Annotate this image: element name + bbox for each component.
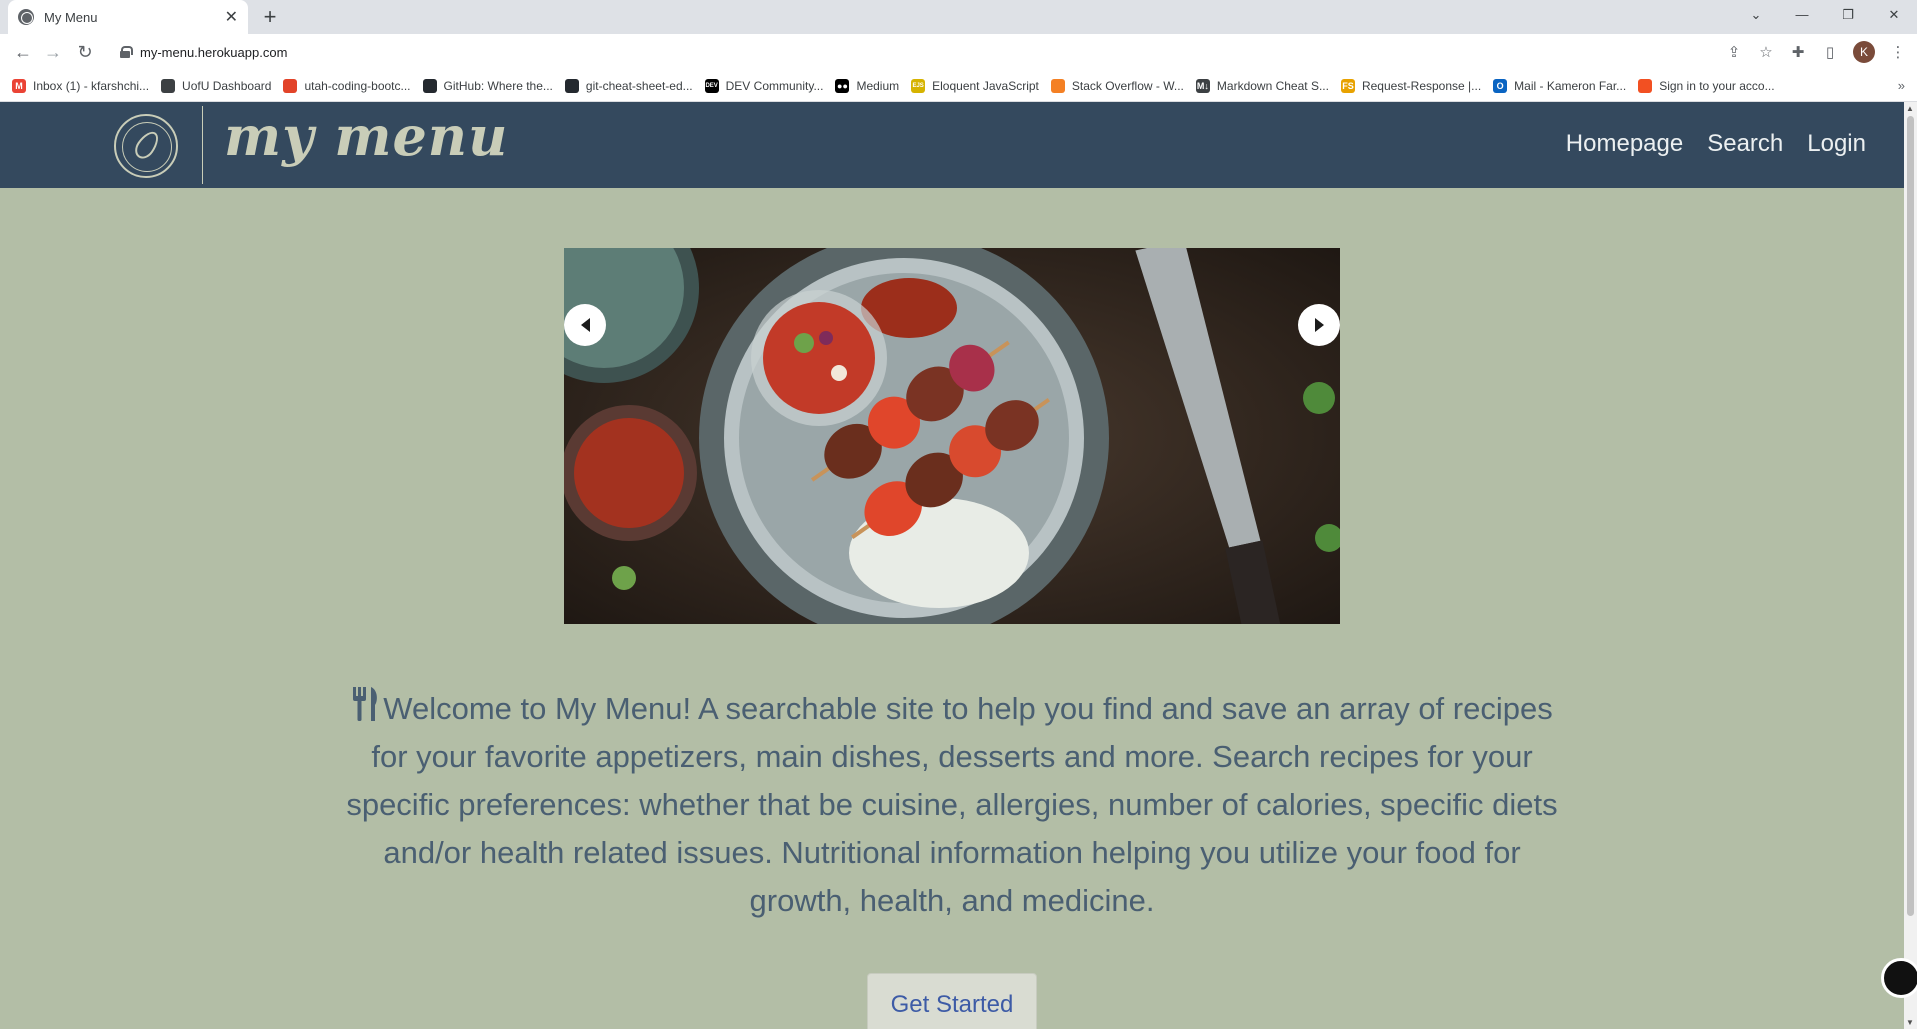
github-icon <box>422 78 437 93</box>
reload-icon[interactable]: ↻ <box>74 42 96 64</box>
bookmark-label: Sign in to your acco... <box>1659 78 1775 93</box>
floating-action-button[interactable] <box>1881 958 1917 998</box>
microsoft-icon <box>1638 78 1653 93</box>
carousel-next-button[interactable] <box>1298 304 1340 346</box>
bookmark-item[interactable]: O Mail - Kameron Far... <box>1493 78 1627 93</box>
bookmark-label: Request-Response |... <box>1361 78 1482 93</box>
bookmark-label: UofU Dashboard <box>182 78 272 93</box>
stackoverflow-icon <box>1050 78 1065 93</box>
bookmark-label: DEV Community... <box>725 78 824 93</box>
new-tab-button[interactable]: + <box>258 5 282 29</box>
globe-icon <box>18 9 34 25</box>
tab-title: My Menu <box>44 9 98 25</box>
window-controls: ⌄ — ❐ ✕ <box>1733 0 1917 30</box>
menu-kebab-icon[interactable]: ⋮ <box>1889 43 1907 61</box>
bookmark-label: GitHub: Where the... <box>443 78 553 93</box>
restore-icon[interactable]: ❐ <box>1825 0 1871 30</box>
gmail-icon: M <box>12 78 26 93</box>
carousel-prev-button[interactable] <box>564 304 606 346</box>
browser-toolbar: ← → ↻ my-menu.herokuapp.com ⇪ ☆ ✚ ▯ K ⋮ <box>0 34 1917 70</box>
close-window-icon[interactable]: ✕ <box>1871 0 1917 30</box>
url-text: my-menu.herokuapp.com <box>140 44 288 60</box>
bookmark-item[interactable]: M Inbox (1) - kfarshchi... <box>12 78 150 93</box>
gitlab-icon <box>283 78 298 93</box>
scrollbar-thumb[interactable] <box>1907 116 1914 916</box>
arrow-right-icon <box>1314 318 1324 332</box>
bookmark-label: Inbox (1) - kfarshchi... <box>33 78 150 93</box>
page-viewport: my menu Homepage Search Login Welcome to… <box>0 102 1904 1029</box>
get-started-button[interactable]: Get Started <box>867 973 1037 1029</box>
logo-divider <box>202 106 203 184</box>
page-scrollbar[interactable]: ▲ ▼ <box>1904 102 1917 1029</box>
extensions-icon[interactable]: ✚ <box>1789 43 1807 61</box>
bookmark-item[interactable]: utah-coding-bootc... <box>283 78 411 93</box>
forward-icon[interactable]: → <box>42 42 64 64</box>
bookmark-label: utah-coding-bootc... <box>304 78 411 93</box>
bookmark-item[interactable]: Sign in to your acco... <box>1638 78 1775 93</box>
bookmark-item[interactable]: Stack Overflow - W... <box>1050 78 1184 93</box>
back-icon[interactable]: ← <box>12 42 34 64</box>
scroll-up-icon[interactable]: ▲ <box>1906 104 1914 113</box>
nav-login[interactable]: Login <box>1807 130 1866 158</box>
bookmarks-overflow-icon[interactable]: » <box>1898 78 1905 93</box>
dev-icon: DEV <box>704 78 719 93</box>
bookmark-label: Mail - Kameron Far... <box>1514 78 1627 93</box>
fs-icon: FS <box>1340 78 1355 93</box>
tab-search-icon[interactable]: ⌄ <box>1733 0 1779 30</box>
site-header: my menu Homepage Search Login <box>0 102 1904 188</box>
outlook-icon: O <box>1493 78 1508 93</box>
browser-tabstrip: My Menu ✕ + ⌄ — ❐ ✕ <box>0 0 1917 34</box>
bookmarks-bar: M Inbox (1) - kfarshchi... UofU Dashboard u… <box>0 70 1917 102</box>
utensils-icon <box>353 687 378 721</box>
bookmark-item[interactable]: UofU Dashboard <box>161 78 272 93</box>
side-panel-icon[interactable]: ▯ <box>1821 43 1839 61</box>
bookmark-item[interactable]: M↓ Markdown Cheat S... <box>1195 78 1329 93</box>
site-brand[interactable]: my menu <box>224 104 508 168</box>
profile-avatar[interactable]: K <box>1853 41 1875 63</box>
bookmark-item[interactable]: EJS Eloquent JavaScript <box>911 78 1039 93</box>
browser-tab[interactable]: My Menu ✕ <box>8 0 248 34</box>
lock-icon[interactable] <box>120 46 133 58</box>
bookmark-label: Eloquent JavaScript <box>932 78 1039 93</box>
compass-icon <box>161 78 176 93</box>
bookmark-item[interactable]: ●● Medium <box>835 78 900 93</box>
bookmark-item[interactable]: DEV DEV Community... <box>704 78 824 93</box>
bookmark-label: Markdown Cheat S... <box>1216 78 1329 93</box>
welcome-text: Welcome to My Menu! A searchable site to… <box>346 691 1558 918</box>
ejs-icon: EJS <box>911 78 926 93</box>
minimize-icon[interactable]: — <box>1779 0 1825 30</box>
site-nav: Homepage Search Login <box>1566 130 1866 158</box>
bookmark-label: Stack Overflow - W... <box>1071 78 1184 93</box>
bookmark-label: Medium <box>856 78 900 93</box>
carousel-food-image <box>564 248 1340 624</box>
bookmark-star-icon[interactable]: ☆ <box>1757 43 1775 61</box>
recipe-carousel <box>564 248 1340 624</box>
nav-search[interactable]: Search <box>1707 130 1783 158</box>
share-icon[interactable]: ⇪ <box>1725 43 1743 61</box>
github-icon <box>564 78 579 93</box>
welcome-text-block: Welcome to My Menu! A searchable site to… <box>330 685 1574 925</box>
scroll-down-icon[interactable]: ▼ <box>1906 1018 1914 1027</box>
bookmark-label: git-cheat-sheet-ed... <box>585 78 693 93</box>
address-bar[interactable]: my-menu.herokuapp.com <box>110 37 1750 67</box>
medium-icon: ●● <box>835 78 850 93</box>
bookmark-item[interactable]: FS Request-Response |... <box>1340 78 1482 93</box>
close-tab-icon[interactable]: ✕ <box>225 7 238 27</box>
nav-homepage[interactable]: Homepage <box>1566 130 1683 158</box>
logo-emblem-icon[interactable] <box>114 114 178 178</box>
arrow-left-icon <box>580 318 590 332</box>
markdown-icon: M↓ <box>1195 78 1210 93</box>
bookmark-item[interactable]: git-cheat-sheet-ed... <box>564 78 693 93</box>
bookmark-item[interactable]: GitHub: Where the... <box>422 78 553 93</box>
